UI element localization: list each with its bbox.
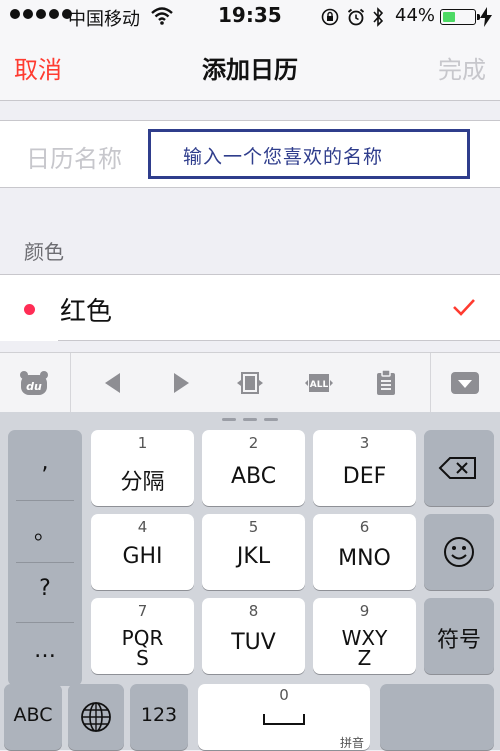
svg-text:ALL: ALL [310, 380, 329, 390]
calendar-name-input[interactable]: 输入一个您喜欢的名称 [148, 129, 470, 179]
navigation-bar: 取消 添加日历 完成 [0, 34, 500, 101]
symbols-button[interactable]: 符号 [424, 598, 494, 674]
key-2-abc[interactable]: 2 ABC [202, 430, 305, 506]
status-bar: 中国移动 19:35 44% [0, 0, 500, 34]
punctuation-panel: , 。 ? … [8, 430, 82, 686]
color-section-header: 颜色 [24, 240, 64, 264]
alarm-icon [347, 8, 365, 26]
charging-icon [480, 7, 492, 27]
carrier-name: 中国移动 [68, 9, 140, 30]
done-button[interactable]: 完成 [438, 50, 486, 85]
keyboard-toolbar: du ALL [0, 352, 500, 413]
page-title: 添加日历 [202, 56, 298, 84]
punct-question[interactable]: ? [8, 576, 82, 601]
key-5-jkl[interactable]: 5 JKL [202, 514, 305, 590]
delete-button[interactable] [424, 430, 494, 506]
punct-comma[interactable]: , [8, 450, 82, 475]
smiley-icon [444, 537, 474, 567]
key-4-ghi[interactable]: 4 GHI [91, 514, 194, 590]
hide-keyboard-icon[interactable] [450, 369, 480, 397]
backspace-icon [438, 457, 476, 479]
key-9-wxyz[interactable]: 9 WXY Z [313, 598, 416, 674]
toolbar-divider [430, 353, 431, 413]
abc-switch-button[interactable]: ABC [4, 684, 62, 750]
key-7-pqrs[interactable]: 7 PQR S [91, 598, 194, 674]
emoji-button[interactable] [424, 514, 494, 590]
key-3-def[interactable]: 3 DEF [313, 430, 416, 506]
punct-period[interactable]: 。 [8, 514, 82, 546]
key-1-separator[interactable]: 1 分隔 [91, 430, 194, 506]
select-text-icon[interactable] [236, 369, 264, 397]
key-6-mno[interactable]: 6 MNO [313, 514, 416, 590]
color-option-red[interactable]: 红色 [0, 274, 500, 341]
name-hint-annotation: 输入一个您喜欢的名称 [183, 146, 384, 168]
checkmark-icon [453, 299, 475, 316]
language-switch-button[interactable] [68, 684, 124, 750]
input-mode-label: 拼音 [340, 736, 365, 750]
keyboard-drag-handle[interactable] [222, 418, 236, 421]
confirm-key[interactable] [380, 684, 494, 750]
baidu-input-logo-icon[interactable]: du [18, 369, 50, 397]
cursor-right-icon[interactable] [172, 369, 192, 397]
calendar-name-row[interactable]: 日历名称 输入一个您喜欢的名称 [0, 120, 500, 188]
toolbar-divider [70, 353, 71, 413]
color-swatch [24, 304, 35, 315]
wifi-icon [151, 7, 173, 25]
row-separator [58, 340, 500, 341]
space-key[interactable]: 0 拼音 [198, 684, 370, 750]
clipboard-icon[interactable] [374, 369, 398, 397]
rotation-lock-icon [321, 8, 339, 26]
battery-percent: 44% [395, 5, 436, 26]
svg-text:du: du [26, 380, 42, 393]
cursor-left-icon[interactable] [102, 369, 122, 397]
color-option-label: 红色 [60, 297, 113, 327]
select-all-icon[interactable]: ALL [304, 369, 334, 397]
space-bar-icon [263, 714, 305, 725]
globe-icon [81, 702, 111, 732]
clock: 19:35 [218, 3, 282, 27]
number-switch-button[interactable]: 123 [130, 684, 188, 750]
battery-icon [440, 9, 480, 25]
signal-strength-icon [10, 9, 72, 19]
punct-ellipsis[interactable]: … [8, 638, 82, 663]
bluetooth-icon [373, 7, 384, 27]
calendar-name-placeholder: 日历名称 [26, 145, 122, 173]
key-8-tuv[interactable]: 8 TUV [202, 598, 305, 674]
keyboard: , 。 ? … 1 分隔 2 ABC 3 DEF 4 GHI 5 JKL 6 M… [0, 412, 500, 750]
